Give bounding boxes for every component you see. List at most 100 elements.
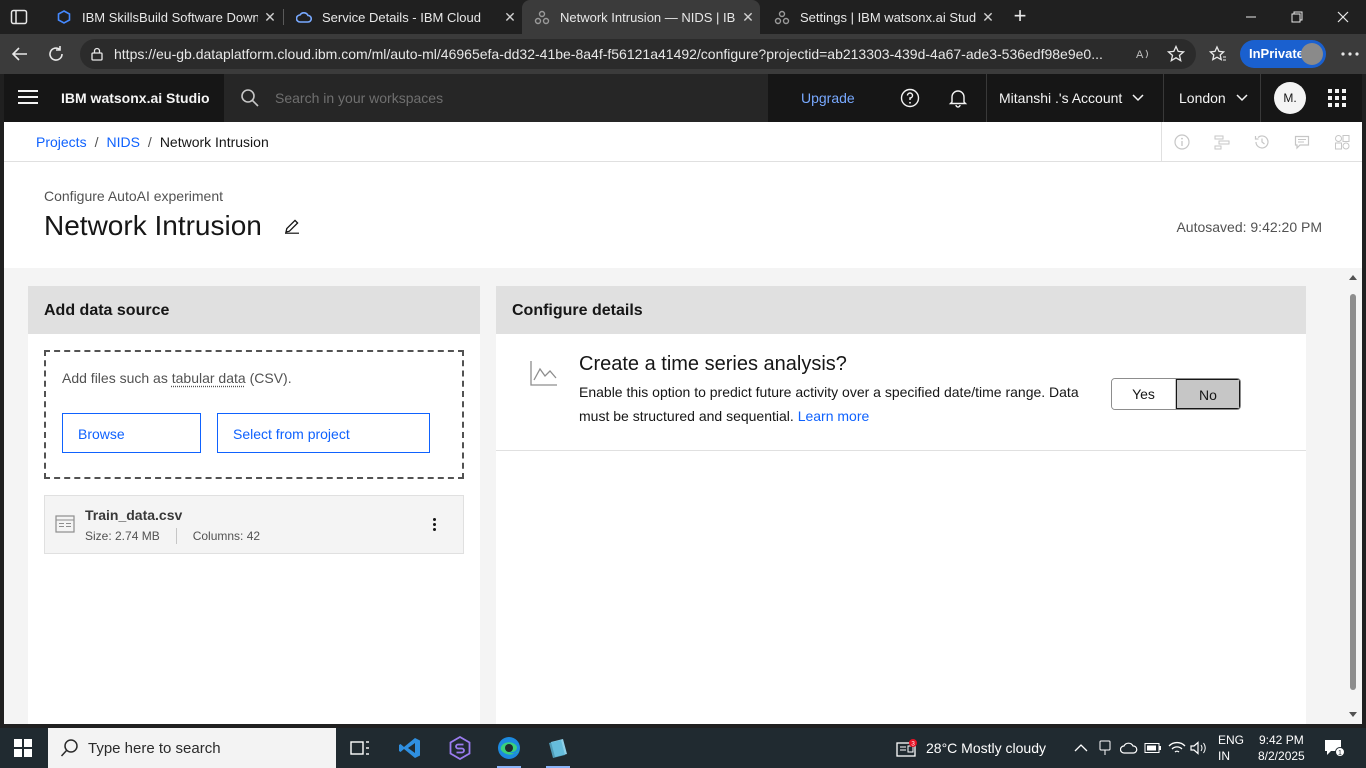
tab-close-icon[interactable]: ✕ (498, 9, 522, 26)
tab-actions-icon[interactable] (10, 8, 28, 26)
tab-title: Service Details - IBM Cloud (322, 9, 481, 25)
speaker-icon[interactable] (1190, 739, 1208, 757)
file-size: Size: 2.74 MB (85, 529, 160, 543)
watsonx-favicon-icon (774, 9, 790, 25)
history-icon[interactable] (1242, 122, 1282, 162)
page-eyebrow: Configure AutoAI experiment (44, 188, 223, 204)
region-name: London (1179, 90, 1226, 106)
data-source-heading: Add data source (28, 286, 480, 334)
vscode-icon[interactable] (390, 732, 430, 764)
app-switcher-icon[interactable] (1328, 89, 1346, 107)
product-name[interactable]: IBM watsonx.ai Studio (61, 90, 210, 106)
svg-text:A: A (1136, 49, 1144, 61)
windows-start-icon[interactable] (14, 739, 32, 757)
search-icon (60, 739, 78, 757)
overflow-menu-icon[interactable] (433, 518, 437, 532)
data-source-panel: Add data source Add files such as tabula… (28, 286, 480, 724)
comments-icon[interactable] (1282, 122, 1322, 162)
user-avatar[interactable]: M. (1274, 82, 1306, 114)
edit-pencil-icon[interactable] (284, 218, 300, 234)
inprivate-label: InPrivate (1249, 46, 1304, 61)
favorites-icon[interactable] (1206, 42, 1230, 66)
breadcrumb-separator: / (94, 134, 99, 150)
upgrade-link[interactable]: Upgrade (801, 90, 855, 106)
edge-browser-icon[interactable] (489, 732, 529, 768)
browser-toolbar: https://eu-gb.dataplatform.cloud.ibm.com… (0, 34, 1366, 74)
no-option[interactable]: No (1175, 379, 1240, 409)
language-region: IN (1218, 749, 1230, 763)
chevron-up-icon[interactable] (1072, 739, 1090, 757)
notepad-app-icon[interactable] (538, 732, 578, 768)
favorite-star-icon[interactable] (1167, 45, 1185, 63)
weather-text[interactable]: 28°C Mostly cloudy (926, 740, 1046, 756)
scrollbar-thumb[interactable] (1350, 294, 1356, 690)
battery-icon[interactable] (1144, 739, 1162, 757)
close-window-icon[interactable] (1320, 0, 1366, 34)
widget-badge-count: 3 (911, 741, 915, 748)
inprivate-badge[interactable]: InPrivate (1240, 40, 1326, 68)
minimize-icon[interactable] (1228, 0, 1274, 34)
language-indicator[interactable]: ENG IN (1218, 732, 1244, 764)
header-divider (1163, 74, 1164, 122)
tab-close-icon[interactable]: ✕ (736, 9, 760, 26)
file-tile[interactable]: Train_data.csv Size: 2.74 MB Columns: 42 (44, 495, 464, 554)
language-code: ENG (1218, 733, 1245, 747)
refresh-icon[interactable] (44, 42, 68, 66)
browser-tab-skillsbuild[interactable]: IBM SkillsBuild Software Downloa ✕ (44, 0, 282, 34)
app-s-icon[interactable] (440, 732, 480, 764)
header-divider (986, 74, 987, 122)
tab-close-icon[interactable]: ✕ (976, 9, 1000, 26)
browser-tab-network-intrusion[interactable]: Network Intrusion — NIDS | IBM w ✕ (522, 0, 760, 34)
task-view-icon[interactable] (340, 732, 380, 764)
watsonx-favicon-icon (534, 9, 550, 25)
tab-title: Network Intrusion — NIDS | IBM w (560, 9, 736, 25)
device-icon[interactable] (1096, 739, 1114, 757)
new-tab-icon[interactable]: + (1008, 4, 1032, 28)
more-menu-icon[interactable] (1338, 42, 1362, 66)
line-chart-icon (530, 361, 557, 386)
help-icon[interactable] (898, 86, 922, 110)
app-header: IBM watsonx.ai Studio Search in your wor… (4, 74, 1362, 122)
file-dropzone[interactable]: Add files such as tabular data (CSV). Br… (44, 350, 464, 479)
news-widget-icon[interactable]: 3 (896, 739, 918, 757)
select-from-project-button[interactable]: Select from project (217, 413, 430, 453)
yes-option[interactable]: Yes (1112, 379, 1176, 409)
browse-button[interactable]: Browse (62, 413, 201, 453)
lock-icon[interactable] (90, 47, 104, 61)
notification-bell-icon[interactable] (946, 86, 970, 110)
region-switcher[interactable]: London (1179, 74, 1248, 122)
settings-sliders-icon[interactable] (1202, 122, 1242, 162)
experiment-toolbar (1161, 122, 1362, 162)
info-icon[interactable] (1162, 122, 1202, 162)
windows-taskbar: Type here to search 3 28°C Mostly cloudy… (0, 728, 1366, 768)
restore-icon[interactable] (1274, 0, 1320, 34)
time-series-title: Create a time series analysis? (579, 353, 847, 375)
header-divider (1260, 74, 1261, 122)
taskbar-search[interactable]: Type here to search (48, 728, 336, 768)
autosaved-status: Autosaved: 9:42:20 PM (1176, 219, 1322, 235)
notification-count: 1 (1338, 750, 1342, 757)
read-aloud-icon[interactable]: A (1136, 46, 1152, 62)
notification-center-icon[interactable]: 1 (1324, 739, 1346, 757)
dropzone-text: Add files such as tabular data (CSV). (62, 370, 292, 386)
file-name: Train_data.csv (85, 507, 183, 523)
workspace-search[interactable]: Search in your workspaces (224, 74, 768, 122)
hamburger-menu-icon[interactable] (18, 90, 38, 106)
system-clock[interactable]: 9:42 PM 8/2/2025 (1258, 732, 1305, 764)
back-icon[interactable] (8, 42, 32, 66)
address-bar[interactable]: https://eu-gb.dataplatform.cloud.ibm.com… (80, 39, 1196, 69)
account-switcher[interactable]: Mitanshi .'s Account (999, 74, 1144, 122)
tabular-data-tooltip[interactable]: tabular data (172, 370, 246, 386)
cloud-sync-icon[interactable] (1120, 739, 1138, 757)
browser-tab-service-details[interactable]: Service Details - IBM Cloud ✕ (284, 0, 522, 34)
time-series-toggle: Yes No (1111, 378, 1241, 410)
breadcrumb-projects[interactable]: Projects (36, 134, 87, 150)
wifi-icon[interactable] (1168, 739, 1186, 757)
configure-details-panel: Configure details Create a time series a… (496, 286, 1306, 724)
assets-icon[interactable] (1322, 122, 1362, 162)
tab-close-icon[interactable]: ✕ (258, 9, 282, 26)
breadcrumb-nids[interactable]: NIDS (106, 134, 139, 150)
browser-tab-settings[interactable]: Settings | IBM watsonx.ai Studio ✕ (762, 0, 1000, 34)
breadcrumb-bar: Projects / NIDS / Network Intrusion (4, 122, 1362, 162)
learn-more-link[interactable]: Learn more (798, 408, 870, 424)
